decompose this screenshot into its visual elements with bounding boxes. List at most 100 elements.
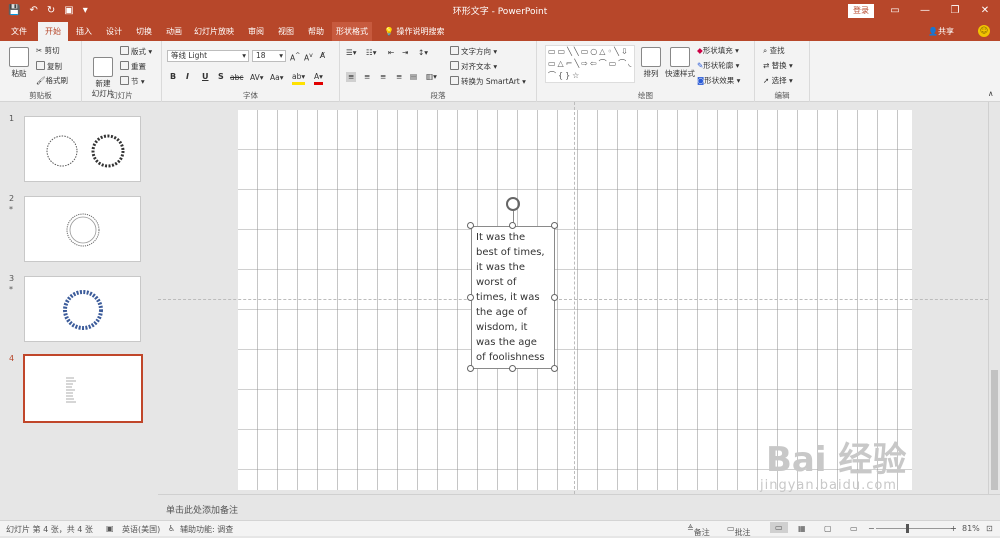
- close-icon[interactable]: ✕: [970, 0, 1000, 22]
- distribute-button[interactable]: ▤: [410, 72, 417, 82]
- select-button[interactable]: ➚ 选择 ▾: [763, 76, 793, 86]
- fit-slide-icon[interactable]: ⊡: [986, 524, 993, 533]
- textbox-text[interactable]: It was the best of times, it was the wor…: [476, 230, 556, 365]
- highlight-button[interactable]: ab▾: [292, 72, 306, 85]
- font-color-button[interactable]: A▾: [314, 72, 323, 85]
- increase-indent-button[interactable]: ⇥: [402, 48, 408, 58]
- tab-design[interactable]: 设计: [100, 22, 128, 41]
- change-case-button[interactable]: Aa▾: [270, 73, 284, 83]
- font-name-combo[interactable]: 等线 Light ▾: [167, 50, 249, 62]
- feedback-smiley-icon[interactable]: ☺: [978, 25, 990, 37]
- font-size-combo[interactable]: 18 ▾: [252, 50, 286, 62]
- find-button[interactable]: ⌕ 查找: [763, 46, 785, 56]
- shape-effects-button[interactable]: ◙形状效果 ▾: [697, 76, 740, 86]
- tab-slideshow[interactable]: 幻灯片放映: [190, 22, 238, 41]
- shape-outline-button[interactable]: ✎形状轮廓 ▾: [697, 61, 739, 71]
- align-text-button[interactable]: 对齐文本 ▾: [450, 61, 497, 72]
- tab-view[interactable]: 视图: [272, 22, 300, 41]
- copy-label: 复制: [47, 62, 62, 71]
- slideshow-icon[interactable]: ▭: [850, 524, 858, 533]
- slide-thumbnail-2[interactable]: [24, 196, 141, 262]
- restore-ribbon-icon[interactable]: ▭: [880, 0, 910, 22]
- convert-smartart-button[interactable]: 转换为 SmartArt ▾: [450, 76, 526, 87]
- layout-button[interactable]: 版式 ▾: [120, 46, 152, 57]
- cut-button[interactable]: ✂ 剪切: [36, 46, 60, 56]
- accessibility-icon[interactable]: ♿: [168, 524, 175, 533]
- zoom-out-icon[interactable]: −: [868, 524, 875, 533]
- tab-home[interactable]: 开始: [38, 22, 68, 41]
- tell-me-search[interactable]: 💡 操作说明搜索: [384, 22, 445, 41]
- decrease-indent-button[interactable]: ⇤: [388, 48, 394, 58]
- text-direction-button[interactable]: 文字方向 ▾: [450, 46, 497, 57]
- slide-thumbnail-3[interactable]: [24, 276, 141, 342]
- section-button[interactable]: 节 ▾: [120, 76, 145, 87]
- accessibility-status[interactable]: 辅助功能: 调查: [180, 524, 233, 535]
- bold-button[interactable]: B: [170, 72, 176, 81]
- rotate-handle-icon[interactable]: [506, 197, 520, 211]
- quick-styles-button[interactable]: 快速样式: [665, 47, 695, 79]
- tab-help[interactable]: 帮助: [302, 22, 330, 41]
- grow-font-button[interactable]: A^: [290, 51, 300, 64]
- resize-handle-sw[interactable]: [467, 365, 474, 372]
- resize-handle-s[interactable]: [509, 365, 516, 372]
- collapse-ribbon-icon[interactable]: ∧: [988, 89, 994, 99]
- login-button[interactable]: 登录: [848, 4, 874, 18]
- comments-toggle[interactable]: ▭ 批注: [727, 524, 751, 537]
- numbering-button[interactable]: ☷▾: [366, 48, 377, 58]
- slide-sorter-icon[interactable]: ▦: [798, 524, 806, 533]
- tab-transitions[interactable]: 切换: [130, 22, 158, 41]
- notes-toggle[interactable]: ≜ 备注: [687, 524, 710, 537]
- reading-view-icon[interactable]: ▢: [824, 524, 832, 533]
- minimize-icon[interactable]: —: [910, 0, 940, 22]
- vertical-scrollbar[interactable]: [988, 102, 1000, 494]
- shape-fill-button[interactable]: ◆形状填充 ▾: [697, 46, 739, 56]
- spellcheck-icon[interactable]: ▣: [106, 524, 114, 533]
- bullets-button[interactable]: ☰▾: [346, 48, 357, 58]
- tab-file[interactable]: 文件: [4, 22, 34, 41]
- resize-handle-n[interactable]: [509, 222, 516, 229]
- arrange-button[interactable]: 排列: [640, 47, 662, 79]
- normal-view-icon[interactable]: ▭: [770, 522, 788, 533]
- tab-animations[interactable]: 动画: [160, 22, 188, 41]
- replace-button[interactable]: ⇄ 替换 ▾: [763, 61, 793, 71]
- line-spacing-button[interactable]: ↕▾: [418, 48, 428, 58]
- zoom-slider-knob[interactable]: [906, 524, 909, 533]
- clear-format-icon[interactable]: A̸: [320, 51, 325, 61]
- copy-button[interactable]: 复制: [36, 61, 62, 72]
- align-center-button[interactable]: ≡: [364, 72, 370, 82]
- resize-handle-w[interactable]: [467, 294, 474, 301]
- shadow-button[interactable]: S: [218, 72, 224, 81]
- align-left-button[interactable]: ≡: [346, 72, 357, 82]
- tab-insert[interactable]: 插入: [70, 22, 98, 41]
- notes-pane[interactable]: 单击此处添加备注: [158, 494, 1000, 520]
- shrink-font-button[interactable]: Av: [304, 51, 313, 64]
- format-painter-button[interactable]: 🖌格式刷: [36, 76, 68, 86]
- share-button[interactable]: 👤共享: [928, 22, 954, 41]
- slide-thumbnail-1[interactable]: [24, 116, 141, 182]
- language-status[interactable]: 英语(美国): [122, 524, 160, 535]
- shapes-gallery[interactable]: ▭▭╲╲▭○△◦╲⇩▭△⌐╲⇨⇦⌒▭⌒◟⌒{}☆: [545, 45, 635, 83]
- paste-button[interactable]: 粘贴: [6, 47, 32, 79]
- resize-handle-nw[interactable]: [467, 222, 474, 229]
- slide-canvas[interactable]: [238, 110, 912, 490]
- align-right-button[interactable]: ≡: [380, 72, 386, 82]
- zoom-in-icon[interactable]: +: [950, 524, 957, 533]
- tab-review[interactable]: 审阅: [242, 22, 270, 41]
- italic-button[interactable]: I: [186, 72, 189, 81]
- reset-button[interactable]: 重置: [120, 61, 146, 72]
- watermark-line-2: jingyan.baidu.com: [760, 478, 897, 493]
- zoom-slider[interactable]: [876, 528, 956, 529]
- justify-button[interactable]: ≡: [396, 72, 402, 82]
- resize-handle-se[interactable]: [551, 365, 558, 372]
- char-spacing-button[interactable]: AV▾: [250, 73, 264, 83]
- scrollbar-thumb[interactable]: [991, 370, 998, 490]
- slide-thumbnail-4[interactable]: [23, 354, 143, 423]
- columns-button[interactable]: ▥▾: [426, 72, 437, 82]
- zoom-level[interactable]: 81%: [962, 524, 980, 533]
- resize-handle-ne[interactable]: [551, 222, 558, 229]
- tab-shape-format[interactable]: 形状格式: [332, 22, 372, 41]
- maximize-icon[interactable]: ❐: [940, 0, 970, 22]
- strikethrough-button[interactable]: abc: [230, 73, 243, 83]
- underline-button[interactable]: U: [202, 72, 209, 81]
- resize-handle-e[interactable]: [551, 294, 558, 301]
